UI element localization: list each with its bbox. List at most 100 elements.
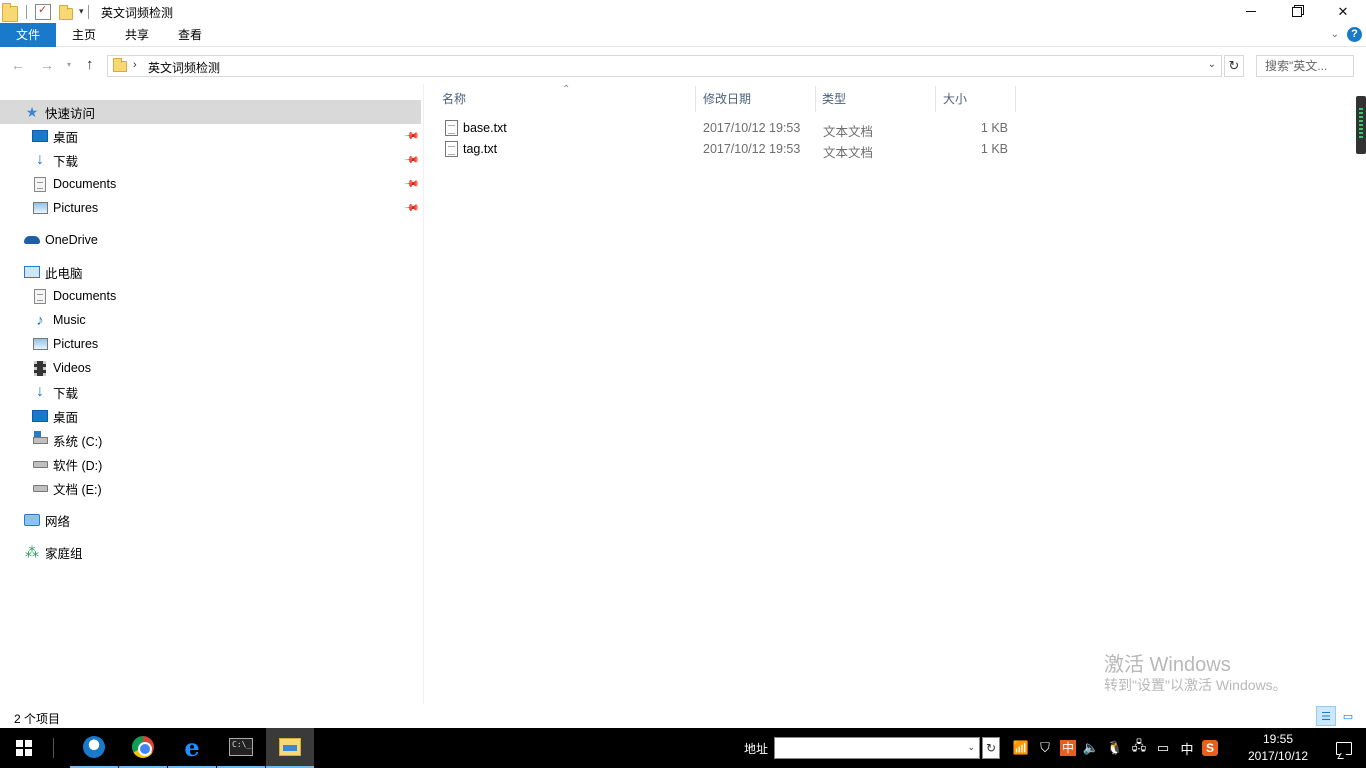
refresh-button[interactable]: ↻ bbox=[1224, 55, 1244, 77]
file-type: 文本文档 bbox=[823, 125, 874, 139]
refresh-icon: ↻ bbox=[985, 741, 997, 755]
maximize-button[interactable] bbox=[1274, 0, 1320, 23]
nav-item-drive-d[interactable]: 软件 (D:) bbox=[0, 452, 421, 476]
nav-label: 快速访问 bbox=[45, 106, 96, 121]
clock-time: 19:55 bbox=[1262, 732, 1294, 746]
taskbar-address-input[interactable] bbox=[775, 738, 955, 758]
details-view-button[interactable]: ☰ bbox=[1316, 706, 1336, 726]
customize-toolbar-icon[interactable]: ▾ bbox=[79, 6, 84, 17]
taskbar-clock[interactable]: 19:55 2017/10/12 bbox=[1240, 731, 1316, 765]
taskbar-app-chrome[interactable] bbox=[119, 728, 167, 768]
tab-share[interactable]: 共享 bbox=[122, 23, 152, 47]
recent-locations-icon[interactable]: ▾ bbox=[67, 60, 71, 69]
taskbar-address-box[interactable]: ⌄ bbox=[774, 737, 980, 759]
desktop-icon bbox=[32, 128, 48, 144]
view-switcher: ☰ ▭ bbox=[1316, 706, 1358, 726]
nav-item-drive-c[interactable]: 系统 (C:) bbox=[0, 428, 421, 452]
start-button[interactable] bbox=[0, 728, 48, 768]
nav-item-drive-e[interactable]: 文档 (E:) bbox=[0, 476, 421, 500]
nav-homegroup[interactable]: ⁂ 家庭组 bbox=[0, 540, 421, 564]
column-header-date[interactable]: 修改日期 bbox=[696, 86, 816, 112]
nav-label: Pictures bbox=[53, 337, 99, 351]
pin-icon[interactable]: 📌 bbox=[403, 152, 420, 169]
new-folder-icon[interactable] bbox=[59, 4, 73, 20]
address-history-icon[interactable]: ⌄ bbox=[1208, 59, 1216, 70]
column-header-size[interactable]: 大小 bbox=[936, 86, 1016, 112]
text-file-icon bbox=[445, 141, 458, 157]
back-icon[interactable]: ← bbox=[11, 57, 25, 73]
forward-icon[interactable]: → bbox=[40, 57, 54, 73]
pin-icon[interactable]: 📌 bbox=[403, 128, 420, 145]
wifi-icon[interactable]: 📶 bbox=[1012, 740, 1030, 756]
input-language[interactable]: 中 bbox=[1178, 739, 1196, 758]
column-header-name[interactable]: 名称 bbox=[424, 86, 696, 112]
sogou-icon[interactable]: S bbox=[1202, 740, 1218, 756]
nav-item-desktop[interactable]: 桌面 📌 bbox=[0, 124, 421, 148]
taskbar-app-qq[interactable] bbox=[70, 728, 118, 768]
nav-item-pictures[interactable]: Pictures 📌 bbox=[0, 196, 421, 220]
minimize-button[interactable] bbox=[1228, 0, 1274, 23]
help-icon[interactable]: ? bbox=[1347, 27, 1362, 42]
nav-item-downloads[interactable]: ↓ 下载 📌 bbox=[0, 148, 421, 172]
nav-item-videos[interactable]: Videos bbox=[0, 356, 421, 380]
action-center-button[interactable] bbox=[1322, 728, 1366, 768]
refresh-icon: ↻ bbox=[1228, 58, 1240, 73]
nav-item-pc-desktop[interactable]: 桌面 bbox=[0, 404, 421, 428]
side-gadget-handle[interactable] bbox=[1356, 96, 1366, 154]
nav-onedrive[interactable]: OneDrive bbox=[0, 228, 421, 252]
qq-icon bbox=[83, 736, 105, 758]
nav-item-music[interactable]: ♪ Music bbox=[0, 308, 421, 332]
tab-file[interactable]: 文件 bbox=[0, 23, 56, 47]
search-box[interactable] bbox=[1256, 55, 1354, 77]
taskbar-app-file-explorer[interactable] bbox=[266, 728, 314, 768]
security-shield-icon[interactable]: ⛉ bbox=[1036, 740, 1054, 756]
chevron-down-icon[interactable]: ⌄ bbox=[967, 742, 975, 753]
address-bar[interactable]: › 英文词频检测 ⌄ bbox=[107, 55, 1222, 77]
nav-item-documents[interactable]: Documents 📌 bbox=[0, 172, 421, 196]
file-row[interactable]: base.txt 2017/10/12 19:53 文本文档 1 KB bbox=[440, 118, 1016, 139]
ime-badge-icon[interactable]: 中 bbox=[1060, 740, 1076, 756]
documents-icon bbox=[32, 288, 48, 304]
properties-icon[interactable] bbox=[35, 3, 51, 20]
taskbar-app-edge[interactable]: e bbox=[168, 728, 216, 768]
large-icons-view-button[interactable]: ▭ bbox=[1338, 706, 1358, 726]
qq-tray-icon[interactable]: 🐧 bbox=[1106, 740, 1124, 756]
column-header-type[interactable]: 类型 bbox=[816, 86, 936, 112]
expand-ribbon-icon[interactable]: ⌄ bbox=[1331, 29, 1339, 40]
nav-quick-access[interactable]: ★ 快速访问 bbox=[0, 100, 421, 124]
details-view-icon: ☰ bbox=[1321, 710, 1331, 723]
nav-item-pc-pictures[interactable]: Pictures bbox=[0, 332, 421, 356]
nav-item-pc-documents[interactable]: Documents bbox=[0, 284, 421, 308]
file-date: 2017/10/12 19:53 bbox=[703, 121, 801, 135]
breadcrumb-item[interactable]: 英文词频检测 bbox=[148, 59, 220, 76]
quick-access-toolbar: ▾ bbox=[0, 0, 93, 23]
nav-network[interactable]: 网络 bbox=[0, 508, 421, 532]
network-tray-icon[interactable]: 🖧 bbox=[1130, 737, 1148, 759]
search-input[interactable] bbox=[1257, 56, 1353, 76]
taskbar-app-cmd[interactable]: C:\_ bbox=[217, 728, 265, 768]
folder-icon[interactable] bbox=[2, 2, 18, 22]
videos-icon bbox=[32, 360, 48, 376]
nav-label: 网络 bbox=[45, 514, 71, 529]
up-icon[interactable]: ↑ bbox=[86, 56, 94, 73]
close-button[interactable]: ✕ bbox=[1320, 0, 1366, 23]
pin-icon[interactable]: 📌 bbox=[403, 176, 420, 193]
taskbar-address-go-button[interactable]: ↻ bbox=[982, 737, 1000, 759]
pictures-icon bbox=[32, 200, 48, 216]
homegroup-icon: ⁂ bbox=[25, 543, 39, 560]
nav-this-pc[interactable]: 此电脑 bbox=[0, 260, 421, 284]
clock-date: 2017/10/12 bbox=[1247, 749, 1309, 763]
breadcrumb-separator[interactable]: › bbox=[133, 59, 137, 71]
pin-icon[interactable]: 📌 bbox=[403, 200, 420, 217]
volume-icon[interactable]: 🔈 bbox=[1082, 740, 1100, 756]
cmd-icon: C:\_ bbox=[229, 738, 253, 756]
text-file-icon bbox=[445, 120, 458, 136]
tab-home[interactable]: 主页 bbox=[69, 23, 99, 47]
address-row: ← → ▾ ↑ › 英文词频检测 ⌄ ↻ bbox=[0, 50, 1366, 82]
download-icon: ↓ bbox=[36, 383, 44, 400]
quick-access-star-icon: ★ bbox=[25, 103, 39, 120]
nav-item-pc-downloads[interactable]: ↓ 下载 bbox=[0, 380, 421, 404]
power-icon[interactable]: ▭ bbox=[1154, 740, 1172, 756]
file-row[interactable]: tag.txt 2017/10/12 19:53 文本文档 1 KB bbox=[440, 139, 1016, 160]
tab-view[interactable]: 查看 bbox=[175, 23, 205, 47]
